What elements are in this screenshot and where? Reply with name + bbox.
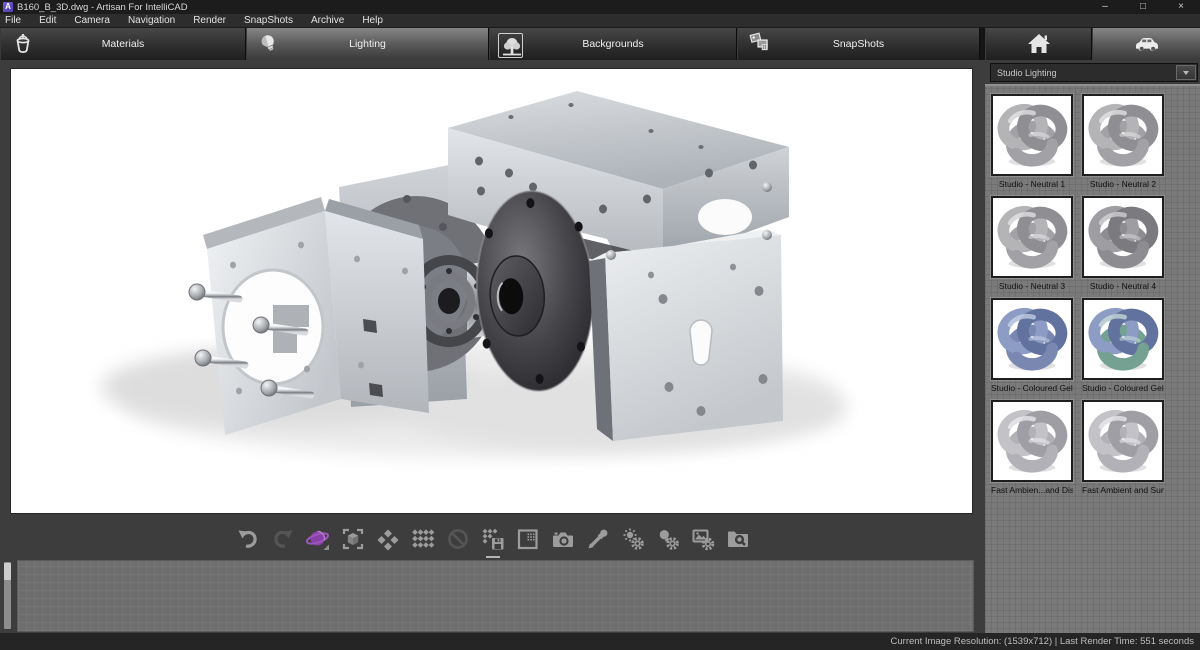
tab-backgrounds[interactable]: Backgrounds	[489, 28, 737, 60]
preset-item[interactable]: Studio - Coloured Gel 1	[991, 298, 1073, 393]
artisan-app-window: A B160_B_3D.dwg - Artisan For IntelliCAD…	[0, 0, 1200, 650]
menu-render[interactable]: Render	[184, 14, 235, 27]
preset-thumbnail[interactable]	[1082, 94, 1164, 176]
menu-camera[interactable]: Camera	[65, 14, 119, 27]
dropdown-value: Studio Lighting	[991, 68, 1176, 78]
preset-item[interactable]: Studio - Neutral 2	[1082, 94, 1164, 189]
status-text: Current Image Resolution: (1539x712) | L…	[891, 636, 1200, 647]
knot-preview	[993, 300, 1071, 378]
tab-materials[interactable]: Materials	[0, 28, 246, 60]
save-grid-icon[interactable]	[481, 527, 505, 551]
undo-icon[interactable]	[236, 527, 260, 551]
region-frame-icon[interactable]	[516, 527, 540, 551]
render-viewport[interactable]	[11, 69, 972, 513]
preset-thumbnail[interactable]	[991, 94, 1073, 176]
preset-thumbnail[interactable]	[1082, 400, 1164, 482]
filmstrip-scrollbar[interactable]	[4, 562, 11, 629]
tab-backgrounds-label: Backgrounds	[582, 38, 643, 50]
knot-preview	[1084, 198, 1162, 276]
preset-label: Fast Ambien...and Distant	[991, 485, 1073, 495]
quad-diamonds-icon[interactable]	[376, 527, 400, 551]
preset-thumbnail[interactable]	[991, 196, 1073, 278]
preset-label: Studio - Neutral 2	[1082, 179, 1164, 189]
lamp-settings-icon[interactable]	[656, 527, 680, 551]
image-settings-icon[interactable]	[691, 527, 715, 551]
left-bracket	[203, 197, 429, 435]
chevron-down-icon	[1183, 71, 1189, 75]
menu-edit[interactable]: Edit	[30, 14, 65, 27]
tab-lighting-label: Lighting	[349, 38, 386, 50]
window-title: B160_B_3D.dwg - Artisan For IntelliCAD	[17, 2, 188, 13]
home-button[interactable]	[985, 28, 1092, 60]
preset-item[interactable]: Studio - Neutral 4	[1082, 196, 1164, 291]
knot-preview	[1084, 300, 1162, 378]
preset-label: Studio - Neutral 1	[991, 179, 1073, 189]
menu-archive[interactable]: Archive	[302, 14, 353, 27]
paint-bucket-icon	[11, 32, 35, 56]
scrollbar-thumb[interactable]	[4, 563, 11, 580]
preset-thumbnail[interactable]	[1082, 196, 1164, 278]
tab-snapshots[interactable]: SnapShots	[737, 28, 980, 60]
preset-label: Fast Ambient and Sun	[1082, 485, 1164, 495]
close-button[interactable]: ×	[1162, 0, 1200, 14]
knot-preview	[993, 198, 1071, 276]
main-toolbar: Materials Lighting Backgrounds SnapShots	[0, 28, 1200, 60]
knot-preview	[1084, 96, 1162, 174]
vehicle-mode-button[interactable]	[1092, 28, 1200, 60]
gearbox-render	[11, 69, 972, 513]
sun-settings-icon[interactable]	[621, 527, 645, 551]
redo-icon[interactable]	[271, 527, 295, 551]
preset-label: Studio - Coloured Gel 1	[991, 383, 1073, 393]
background-scene-icon	[500, 35, 519, 54]
tab-lighting[interactable]: Lighting	[246, 28, 489, 60]
status-bar: Current Image Resolution: (1539x712) | L…	[0, 633, 1200, 650]
app-icon: A	[3, 2, 13, 12]
home-icon	[1026, 31, 1052, 57]
menu-navigation[interactable]: Navigation	[119, 14, 184, 27]
tab-snapshots-label: SnapShots	[833, 38, 884, 50]
preset-label: Studio - Neutral 3	[991, 281, 1073, 291]
dropdown-button[interactable]	[1176, 65, 1196, 80]
snapshot-photos-icon	[748, 30, 776, 58]
car-icon	[1132, 29, 1162, 59]
right-housing	[589, 229, 783, 441]
active-tool-indicator	[486, 556, 500, 558]
lighting-category-dropdown[interactable]: Studio Lighting	[990, 63, 1198, 82]
render-cube-icon[interactable]	[341, 527, 365, 551]
preset-item[interactable]: Studio - Neutral 3	[991, 196, 1073, 291]
preset-label: Studio - Coloured Gel 2	[1082, 383, 1164, 393]
preset-thumbnail[interactable]	[1082, 298, 1164, 380]
disabled-circle-icon[interactable]	[446, 527, 470, 551]
tab-materials-label: Materials	[102, 38, 145, 50]
title-bar: A B160_B_3D.dwg - Artisan For IntelliCAD…	[0, 0, 1200, 14]
light-bulb-icon	[257, 32, 281, 56]
minimize-button[interactable]: –	[1086, 0, 1124, 14]
knot-preview	[993, 402, 1071, 480]
eyedropper-icon[interactable]	[586, 527, 610, 551]
menu-bar: File Edit Camera Navigation Render SnapS…	[0, 14, 1200, 28]
preset-item[interactable]: Fast Ambien...and Distant	[991, 400, 1073, 495]
preset-item[interactable]: Studio - Coloured Gel 2	[1082, 298, 1164, 393]
camera-icon[interactable]	[551, 527, 575, 551]
environment-planet-icon[interactable]	[306, 527, 330, 551]
preset-thumbnail[interactable]	[991, 400, 1073, 482]
preset-label: Studio - Neutral 4	[1082, 281, 1164, 291]
preset-item[interactable]: Fast Ambient and Sun	[1082, 400, 1164, 495]
menu-file[interactable]: File	[0, 14, 30, 27]
folder-search-icon[interactable]	[726, 527, 750, 551]
knot-preview	[993, 96, 1071, 174]
preset-item[interactable]: Studio - Neutral 1	[991, 94, 1073, 189]
snapshot-filmstrip[interactable]	[17, 560, 974, 632]
maximize-button[interactable]: □	[1124, 0, 1162, 14]
dot-grid-icon[interactable]	[411, 527, 435, 551]
preset-thumbnail[interactable]	[991, 298, 1073, 380]
menu-help[interactable]: Help	[353, 14, 392, 27]
knot-preview	[1084, 402, 1162, 480]
window-controls: – □ ×	[1086, 0, 1200, 14]
render-toolbar	[236, 523, 750, 555]
lighting-preset-gallery: Studio - Neutral 1 Studio - Neutral 2 St…	[991, 94, 1167, 495]
menu-snapshots[interactable]: SnapShots	[235, 14, 302, 27]
